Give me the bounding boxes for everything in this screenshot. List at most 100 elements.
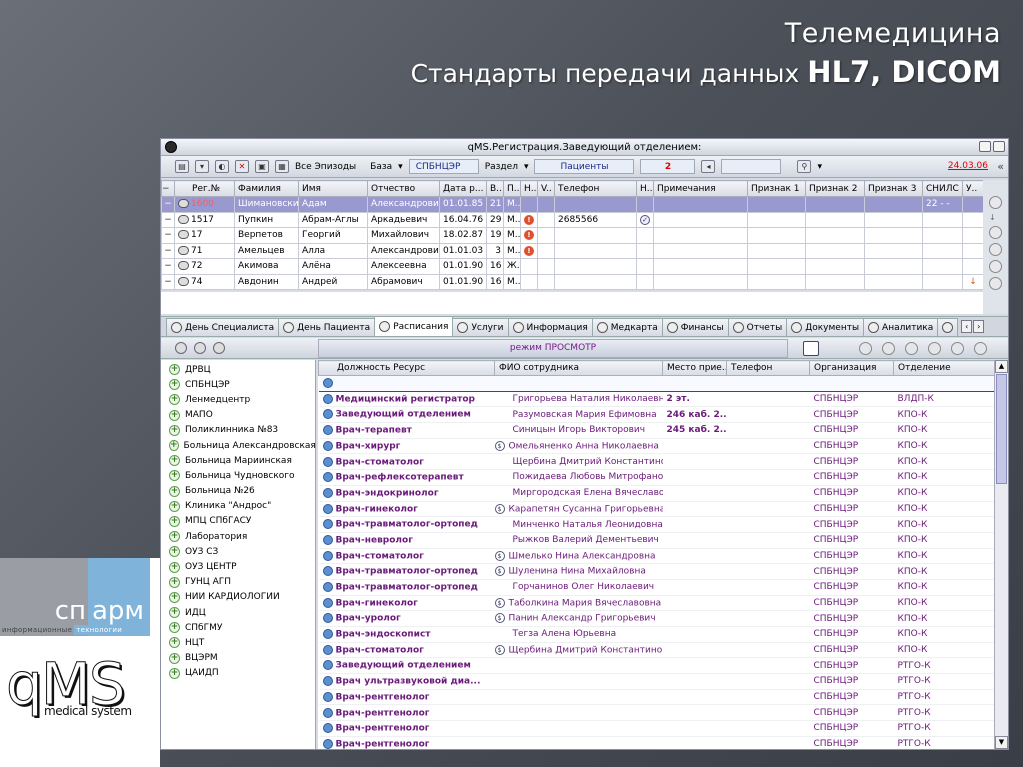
col-header[interactable]: Признак 2 [805, 180, 865, 197]
tab-4[interactable]: Услуги [452, 318, 509, 336]
tab-2[interactable]: День Пациента [278, 318, 376, 336]
tree-item[interactable]: + СПбГМУ [161, 620, 315, 635]
scroll-thumb[interactable] [996, 374, 1007, 484]
expand-plus-icon[interactable]: + [169, 531, 180, 543]
minimize-button[interactable] [979, 141, 991, 152]
col-header[interactable]: СНИЛС [922, 180, 963, 197]
schedule-scrollbar[interactable]: ▲ ▼ [994, 360, 1008, 749]
schedule-row[interactable]: Врач-гинеколог $ Карапетян Сусанна Григорь… [318, 501, 994, 518]
base-select[interactable]: СПБНЦЭР [408, 159, 479, 174]
expand-plus-icon[interactable]: + [169, 409, 180, 421]
col-header[interactable]: П.. [503, 180, 521, 197]
tree-item[interactable]: + Больница Мариинская [161, 453, 315, 468]
expand-plus-icon[interactable]: + [169, 591, 180, 603]
expand-plus-icon[interactable]: + [169, 470, 180, 482]
tree-item[interactable]: + Клиника "Андрос" [161, 499, 315, 514]
row-marker[interactable]: − [161, 273, 175, 290]
schedule-row[interactable]: Врач-уролог $ Панин Александр Григорьевич С… [318, 610, 994, 627]
tree-item[interactable]: + ДРВЦ [161, 362, 315, 377]
dropdown-arrow-icon[interactable]: ▾ [195, 160, 209, 173]
nav-back-icon[interactable]: ◂ [701, 160, 716, 173]
expand-plus-icon[interactable]: + [169, 455, 180, 467]
tab-1[interactable]: День Специалиста [166, 318, 280, 336]
schedule-row[interactable]: Врач-рефлексотерапевт Пожидаева Любовь Ми… [318, 469, 994, 486]
expand-plus-icon[interactable]: + [169, 364, 180, 376]
expand-plus-icon[interactable]: + [169, 500, 180, 512]
schedule-row[interactable]: Врач-рентгенолог СПБНЦЭР РТГО-К [318, 720, 994, 737]
tree-item[interactable]: + Ленмедцентр [161, 392, 315, 407]
col-header[interactable]: Дата р... [439, 180, 487, 197]
expand-plus-icon[interactable]: + [169, 424, 180, 436]
tab-10[interactable]: Аналитика [863, 318, 939, 336]
header-marker[interactable]: − [161, 180, 175, 197]
expand-plus-icon[interactable]: + [169, 515, 180, 527]
schedule-row[interactable]: Врач-травматолог-ортопед Горчанинов Олег … [318, 579, 994, 596]
col-header[interactable]: Признак 1 [747, 180, 806, 197]
col-header[interactable]: Телефон [726, 360, 810, 376]
expand-plus-icon[interactable]: + [169, 607, 180, 619]
tree-item[interactable]: + ОУЗ ЦЕНТР [161, 559, 315, 574]
tab-6[interactable]: Медкарта [591, 318, 663, 336]
expand-plus-icon[interactable]: + [169, 667, 180, 679]
patient-row[interactable]: − 1600 Шимановский Адам Александрович 01.01.8… [161, 196, 984, 213]
schedule-row[interactable]: Врач-травматолог-ортопед Минченко Наталья… [318, 516, 994, 533]
col-header[interactable]: Примечания [653, 180, 748, 197]
patient-row[interactable]: −1517 Пупкин Абрам-Аглы Аркадьевич 16.04.76 2… [161, 211, 984, 228]
save-icon[interactable]: ▣ [255, 160, 269, 173]
prev-icon[interactable] [882, 342, 895, 355]
tab-5[interactable]: Информация [507, 318, 593, 336]
expand-plus-icon[interactable]: + [169, 440, 179, 452]
tree-item[interactable]: + МАПО [161, 408, 315, 423]
tree-item[interactable]: + ВЦЭРМ [161, 651, 315, 666]
record-icon[interactable] [194, 342, 206, 354]
collapse-icon[interactable]: « [997, 160, 1004, 173]
print-icon[interactable]: ▤ [175, 160, 189, 173]
chevron-left-icon[interactable]: ‹ [961, 320, 973, 333]
col-header[interactable]: В.. [486, 180, 504, 197]
expand-plus-icon[interactable]: + [169, 485, 180, 497]
tree-item[interactable]: + Больница №26 [161, 484, 315, 499]
tree-item[interactable]: + Лаборатория [161, 529, 315, 544]
info-icon[interactable] [928, 342, 941, 355]
all-episodes-button[interactable]: Все Эпизоды [295, 162, 356, 172]
next-icon[interactable] [951, 342, 964, 355]
col-header[interactable]: Фамилия [234, 180, 299, 197]
col-header[interactable]: ФИО сотрудника [494, 360, 663, 376]
last-icon[interactable] [974, 342, 987, 355]
col-header[interactable]: Признак 3 [864, 180, 923, 197]
schedule-row[interactable]: Медицинский регистратор Григорьева Натали… [318, 391, 994, 408]
row-marker[interactable]: − [161, 211, 175, 228]
scroll-up-icon[interactable]: ▲ [995, 360, 1008, 373]
mode-toggle-icon[interactable] [803, 341, 819, 356]
record-icon[interactable] [989, 226, 1002, 239]
schedule-row[interactable]: Врач-эндокринолог Миргородская Елена Вяче… [318, 485, 994, 502]
tree-item[interactable]: + ГУНЦ АГП [161, 575, 315, 590]
col-header[interactable]: Н.. [636, 180, 654, 197]
arrow-down-icon[interactable]: ↓ [989, 213, 1002, 222]
expand-plus-icon[interactable]: + [169, 394, 180, 406]
col-header[interactable]: Должность Ресурс [318, 360, 495, 376]
expand-plus-icon[interactable]: + [169, 546, 180, 558]
row-marker[interactable]: − [161, 227, 175, 244]
patient-row[interactable]: − 71 Амельцев Алла Александрович 01.01.03 3 М..… [161, 242, 984, 259]
schedule-row[interactable]: Врач-травматолог-ортопед $ Шуленина Нина М… [318, 563, 994, 580]
refresh-icon[interactable]: ◐ [215, 160, 229, 173]
chevron-down-icon[interactable]: ▾ [524, 162, 529, 172]
search-field[interactable] [721, 159, 782, 174]
col-header[interactable]: Имя [298, 180, 368, 197]
tree-item[interactable]: + СПБНЦЭР [161, 377, 315, 392]
episodes-icon[interactable]: ▦ [275, 160, 289, 173]
row-marker[interactable]: − [161, 242, 175, 259]
schedule-row[interactable]: Врач-стоматолог $ Шмелько Нина Александров… [318, 548, 994, 565]
col-header[interactable]: У.. [962, 180, 984, 197]
tree-item[interactable]: + Больница Чудновского [161, 468, 315, 483]
tab-9[interactable]: Документы [786, 318, 865, 336]
expand-plus-icon[interactable]: + [169, 622, 180, 634]
col-header[interactable]: Отчество [367, 180, 440, 197]
patient-row[interactable]: − 17 Верпетов Георгий Михайлович 18.02.87 19 М.… [161, 227, 984, 244]
section-select[interactable]: Пациенты [534, 159, 635, 174]
schedule-row[interactable]: Врач ультразвуковой диа... СПБНЦЭР РТГО-К [318, 673, 994, 690]
schedule-row[interactable]: Врач-терапевт Синицын Игорь Викторович 245… [318, 422, 994, 439]
schedule-row[interactable]: Врач-рентгенолог СПБНЦЭР РТГО-К [318, 704, 994, 722]
schedule-row[interactable]: Врач-рентгенолог СПБНЦЭР РТГО-К [318, 689, 994, 706]
